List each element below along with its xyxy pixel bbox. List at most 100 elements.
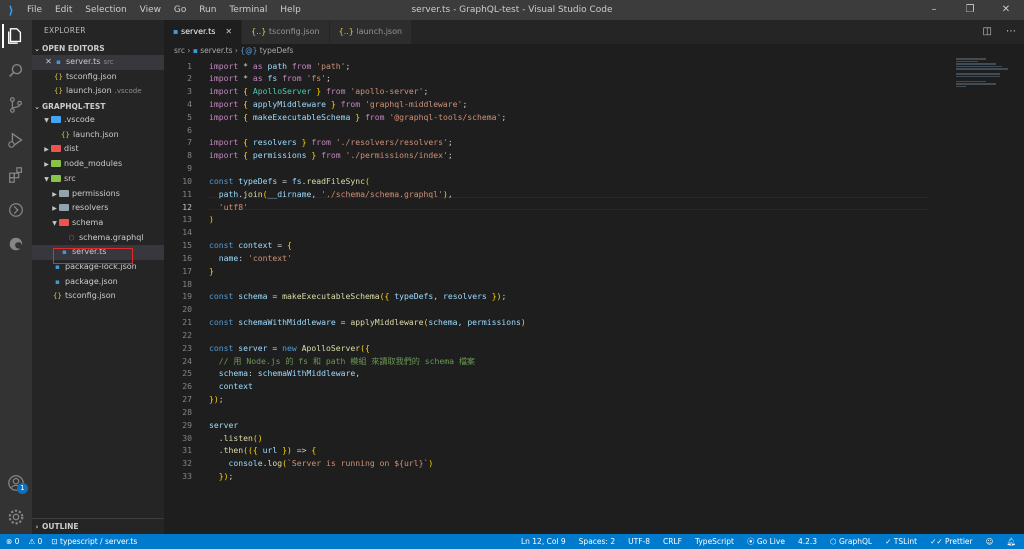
settings-gear-icon[interactable]	[4, 505, 28, 529]
code-line[interactable]: 23 const server = new ApolloServer({	[164, 342, 944, 355]
code-line[interactable]: 6	[164, 124, 944, 137]
ts-project-status[interactable]: ⊡ typescript / server.ts	[51, 534, 137, 549]
code-line[interactable]: 5 import { makeExecutableSchema } from '@…	[164, 111, 944, 124]
tree-folder-src[interactable]: ▼ src	[32, 172, 164, 187]
code-line[interactable]: 19 const schema = makeExecutableSchema({ …	[164, 290, 944, 303]
restore-icon[interactable]: ❐	[952, 0, 988, 20]
cursor-position-status[interactable]: Ln 12, Col 9	[521, 534, 566, 549]
menu-help[interactable]: Help	[275, 5, 306, 15]
code-line[interactable]: 27});	[164, 393, 944, 406]
code-line[interactable]: 16 name: 'context'	[164, 252, 944, 265]
code-line[interactable]: 33 });	[164, 470, 944, 483]
prettier-status[interactable]: ✓✓ Prettier	[930, 534, 973, 549]
warnings-status[interactable]: ⚠ 0	[28, 534, 42, 549]
more-actions-icon[interactable]: ⋯	[1006, 20, 1016, 44]
code-line[interactable]: 7 import { resolvers } from './resolvers/…	[164, 136, 944, 149]
explorer-icon[interactable]	[2, 24, 26, 48]
ts-version-status[interactable]: 4.2.3	[798, 534, 817, 549]
tree-file-schema-graphql[interactable]: ⬡ schema.graphql	[32, 231, 164, 246]
menu-view[interactable]: View	[135, 5, 166, 15]
remote-explorer-icon[interactable]	[4, 198, 28, 222]
code-line[interactable]: 18	[164, 278, 944, 291]
code-line[interactable]: 15 const context = {	[164, 239, 944, 252]
close-window-icon[interactable]: ✕	[988, 0, 1024, 20]
tree-folder-node-modules[interactable]: ▶ node_modules	[32, 157, 164, 172]
code-line[interactable]: 22	[164, 329, 944, 342]
code-line[interactable]: 1 import * as path from 'path';	[164, 60, 944, 73]
tree-file-package-json[interactable]: ▪ package.json	[32, 275, 164, 290]
eol-status[interactable]: CRLF	[663, 534, 682, 549]
edge-devtools-icon[interactable]	[4, 232, 28, 256]
tree-file-tsconfig[interactable]: {} tsconfig.json	[32, 289, 164, 304]
indentation-status[interactable]: Spaces: 2	[579, 534, 615, 549]
tab-launch[interactable]: {..} launch.json	[329, 20, 413, 44]
close-icon[interactable]: ✕	[44, 55, 53, 70]
breadcrumb-symbol[interactable]: typeDefs	[260, 46, 294, 55]
outline-section[interactable]: › OUTLINE	[32, 518, 164, 534]
code-line[interactable]: 21 const schemaWithMiddleware = applyMidd…	[164, 316, 944, 329]
code-line[interactable]: 17}	[164, 265, 944, 278]
errors-status[interactable]: ⊗ 0	[6, 534, 19, 549]
code-line[interactable]: 24 // 用 Node.js 的 fs 和 path 模組 來讀取我們的 sc…	[164, 355, 944, 368]
code-line[interactable]: 11 path.join(__dirname, './schema/schema…	[164, 188, 944, 201]
open-editor-tsconfig[interactable]: {} tsconfig.json	[32, 70, 164, 85]
code-editor[interactable]: 1 import * as path from 'path'; 2 import * …	[164, 58, 1024, 534]
tree-file-package-lock[interactable]: ▪ package-lock.json	[32, 260, 164, 275]
tree-folder-resolvers[interactable]: ▶ resolvers	[32, 201, 164, 216]
minimap[interactable]	[956, 58, 1012, 98]
tree-file-server-ts[interactable]: ▪ server.ts	[32, 245, 164, 260]
tree-folder-vscode[interactable]: ▼ .vscode	[32, 113, 164, 128]
code-line[interactable]: 25 schema: schemaWithMiddleware,	[164, 367, 944, 380]
open-editor-launch[interactable]: {} launch.json .vscode	[32, 84, 164, 99]
account-icon[interactable]: 1	[4, 471, 28, 495]
open-editors-section[interactable]: ⌄ OPEN EDITORS	[32, 42, 164, 55]
code-line[interactable]: 2 import * as fs from 'fs';	[164, 72, 944, 85]
code-line[interactable]: 10 const typeDefs = fs.readFileSync(	[164, 175, 944, 188]
code-line[interactable]: 3 import { ApolloServer } from 'apollo-se…	[164, 85, 944, 98]
menu-selection[interactable]: Selection	[80, 5, 131, 15]
run-debug-icon[interactable]	[4, 128, 28, 152]
code-line[interactable]: 9	[164, 162, 944, 175]
code-line[interactable]: 12 'utf8'	[164, 201, 944, 214]
source-control-icon[interactable]	[4, 93, 28, 117]
notifications-bell-icon[interactable]: 🔔︎	[1006, 534, 1016, 549]
open-editor-server-ts[interactable]: ✕ ▪ server.ts src	[32, 55, 164, 70]
language-mode-status[interactable]: TypeScript	[695, 534, 734, 549]
menu-terminal[interactable]: Terminal	[224, 5, 272, 15]
tree-folder-permissions[interactable]: ▶ permissions	[32, 187, 164, 202]
menu-go[interactable]: Go	[169, 5, 191, 15]
graphql-status[interactable]: ⬡ GraphQL	[830, 534, 872, 549]
menu-file[interactable]: File	[22, 5, 47, 15]
split-editor-icon[interactable]: ◫	[983, 20, 992, 44]
editor-scrollbar[interactable]	[1012, 58, 1020, 534]
code-line[interactable]: 4 import { applyMiddleware } from 'graphq…	[164, 98, 944, 111]
tab-server-ts[interactable]: ▪ server.ts ✕	[164, 20, 243, 44]
code-line[interactable]: 8 import { permissions } from './permissi…	[164, 149, 944, 162]
code-line[interactable]: 31 .then(({ url }) => {	[164, 444, 944, 457]
go-live-status[interactable]: ⦿ Go Live	[747, 534, 785, 549]
code-line[interactable]: 26 context	[164, 380, 944, 393]
code-line[interactable]: 32 console.log(`Server is running on ${u…	[164, 457, 944, 470]
breadcrumb-folder[interactable]: src	[174, 46, 185, 55]
code-line[interactable]: 13)	[164, 213, 944, 226]
code-line[interactable]: 28	[164, 406, 944, 419]
tab-tsconfig[interactable]: {..} tsconfig.json	[242, 20, 330, 44]
code-line[interactable]: 20	[164, 303, 944, 316]
feedback-icon[interactable]: ☺	[986, 534, 994, 549]
minimize-icon[interactable]: –	[916, 0, 952, 20]
code-line[interactable]: 30 .listen()	[164, 432, 944, 445]
close-icon[interactable]: ✕	[225, 27, 232, 36]
workspace-section[interactable]: ⌄ GRAPHQL-TEST	[32, 100, 164, 113]
extensions-icon[interactable]	[4, 163, 28, 187]
encoding-status[interactable]: UTF-8	[628, 534, 650, 549]
tree-file-launch-json[interactable]: {} launch.json	[32, 128, 164, 143]
breadcrumb-file[interactable]: server.ts	[200, 46, 232, 55]
menu-edit[interactable]: Edit	[50, 5, 77, 15]
tslint-status[interactable]: ✓ TSLint	[885, 534, 917, 549]
tree-folder-dist[interactable]: ▶ dist	[32, 142, 164, 157]
tree-folder-schema[interactable]: ▼ schema	[32, 216, 164, 231]
code-line[interactable]: 29 server	[164, 419, 944, 432]
search-icon[interactable]	[4, 59, 28, 83]
code-line[interactable]: 14	[164, 226, 944, 239]
menu-run[interactable]: Run	[194, 5, 221, 15]
